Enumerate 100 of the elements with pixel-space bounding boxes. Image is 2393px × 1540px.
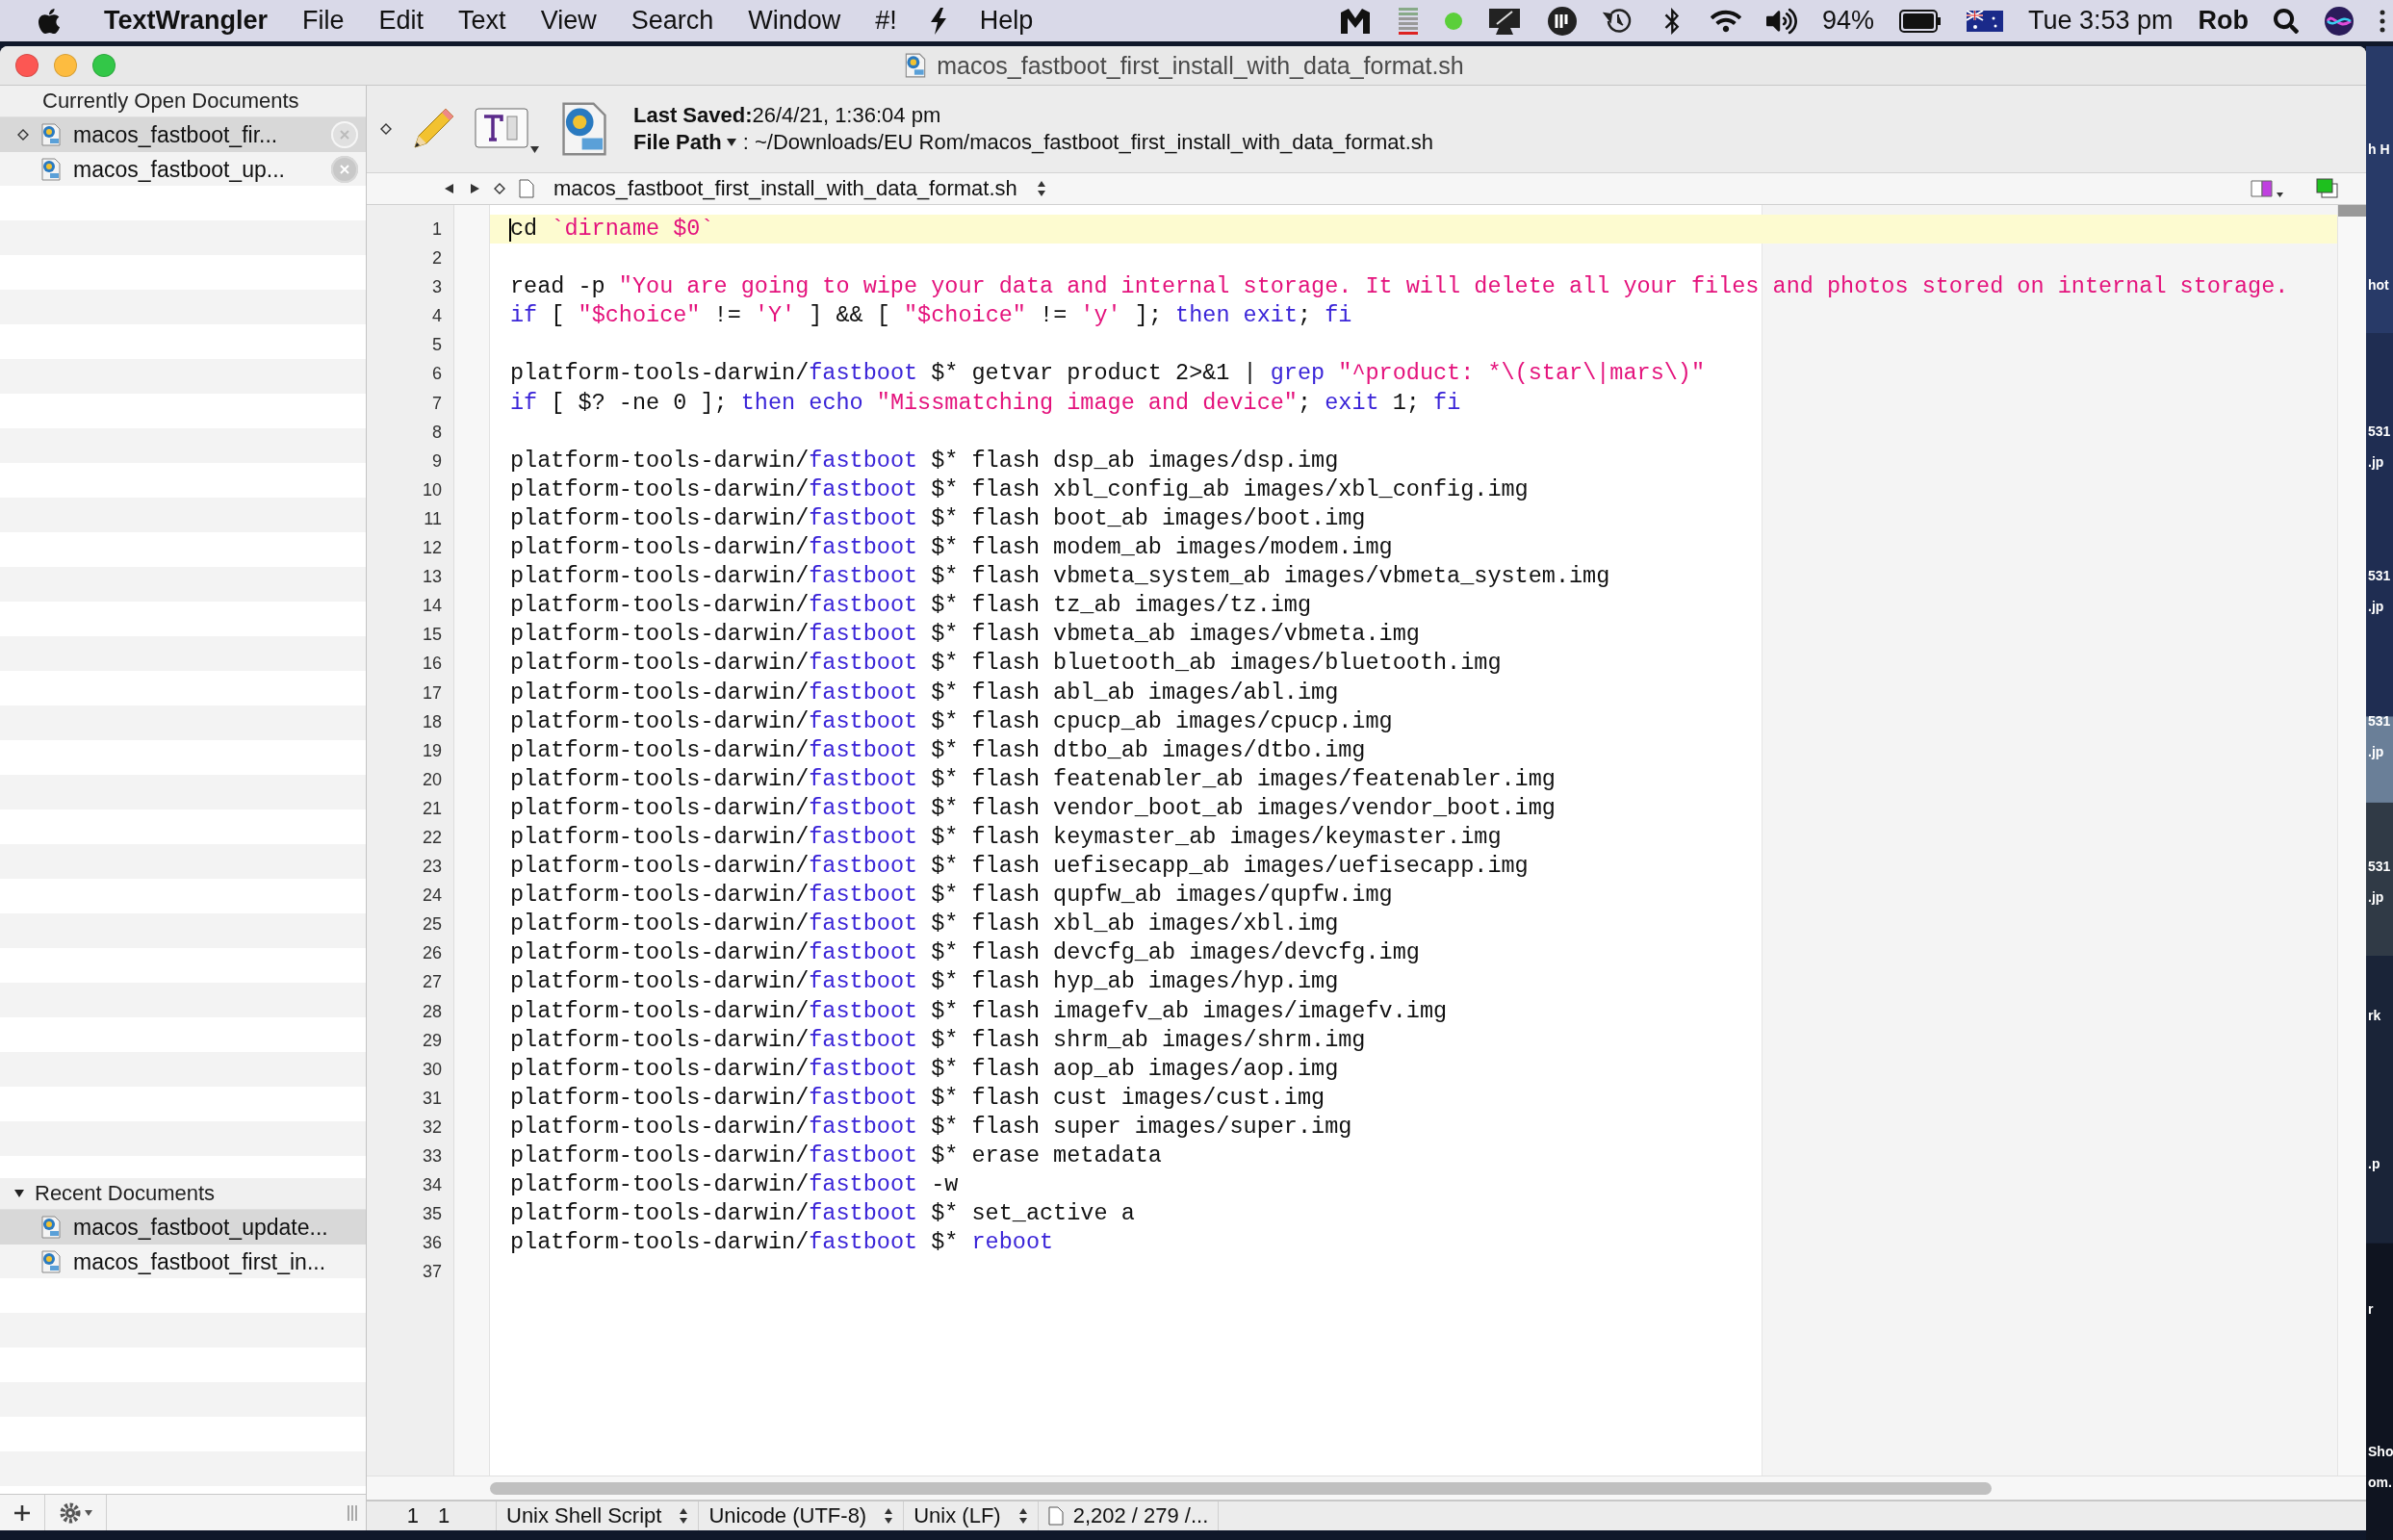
- line-number: 25: [421, 913, 443, 937]
- menu-clock[interactable]: Tue 3:53 pm: [2027, 6, 2174, 36]
- document-icon: [1047, 1506, 1064, 1526]
- app-menu[interactable]: TextWrangler: [87, 6, 286, 36]
- code-line: read -p "You are going to wipe your data and internal storage. It will delete all your files and photos stored on internal storage.: [509, 272, 2290, 302]
- desktop-icon-label: hot: [2368, 277, 2389, 293]
- up-down-arrows-icon: [1017, 1507, 1028, 1525]
- line-number: 13: [421, 566, 443, 589]
- back-button[interactable]: [444, 184, 455, 193]
- book-icon[interactable]: [2251, 178, 2283, 199]
- menu-item[interactable]: #!: [858, 6, 914, 36]
- document-icon: [519, 179, 534, 198]
- document-name: macos_fastboot_up...: [73, 156, 286, 183]
- battery-icon[interactable]: [1898, 9, 1942, 33]
- scrollbar-thumb[interactable]: [490, 1481, 1992, 1495]
- menu-item[interactable]: Window: [731, 6, 859, 36]
- file-path-menu[interactable]: File Path: [633, 130, 737, 155]
- code-line: if [ "$choice" != 'Y' ] && [ "$choice" != 'y' ]; then exit; fi: [509, 301, 1353, 331]
- line-number: 2: [431, 247, 443, 270]
- search-icon[interactable]: [2274, 8, 2299, 34]
- desktop-icon-label: .p: [2368, 1156, 2380, 1171]
- column-indicator: 1: [437, 1503, 451, 1528]
- desktop-icon-label: .jp: [2368, 599, 2384, 614]
- code-line: platform-tools-darwin/fastboot $* flash aop_ab images/aop.img: [509, 1054, 1340, 1084]
- close-icon: [339, 129, 350, 141]
- caret-icon: [725, 138, 737, 147]
- recent-document-item[interactable]: macos_fastboot_first_in...: [0, 1245, 366, 1279]
- script-file-icon: [39, 122, 64, 147]
- line-number: 4: [431, 305, 443, 328]
- display-icon[interactable]: [1486, 6, 1522, 36]
- code-line: platform-tools-darwin/fastboot $* flash vendor_boot_ab images/vendor_boot.img: [509, 793, 1557, 823]
- code-line: platform-tools-darwin/fastboot $* flash uefisecapp_ab images/uefisecapp.img: [509, 852, 1530, 882]
- scrollbar-thumb[interactable]: [2338, 205, 2366, 217]
- open-document-item[interactable]: macos_fastboot_fir...: [0, 117, 366, 152]
- desktop-icon-label: rk: [2368, 1008, 2381, 1023]
- line-number: 1: [431, 218, 443, 241]
- menu-item[interactable]: View: [523, 6, 614, 36]
- desktop-icon-label: Sho: [2368, 1444, 2393, 1459]
- caret-icon: [530, 146, 539, 153]
- resize-handle-icon[interactable]: [347, 1502, 358, 1523]
- line-number: 20: [421, 768, 443, 791]
- app-icon[interactable]: [1546, 5, 1578, 37]
- window-icon[interactable]: [2316, 178, 2339, 199]
- code-line: platform-tools-darwin/fastboot $* flash abl_ab images/abl.img: [509, 678, 1340, 707]
- more-icon[interactable]: [2380, 8, 2385, 34]
- menu-item[interactable]: File: [285, 6, 362, 36]
- line-number: 30: [421, 1058, 443, 1081]
- status-dot-icon[interactable]: [1444, 12, 1462, 30]
- line-indicator: 1: [405, 1503, 420, 1528]
- section-header-row[interactable]: Recent Documents: [0, 1178, 366, 1210]
- close-window-button[interactable]: [15, 54, 39, 77]
- menu-item[interactable]: Search: [613, 6, 732, 36]
- desktop-icon-label: om.: [2368, 1475, 2392, 1490]
- code-line: platform-tools-darwin/fastboot $* erase metadata: [509, 1142, 1163, 1170]
- code-line: platform-tools-darwin/fastboot $* flash super images/super.img: [509, 1112, 1353, 1142]
- line-endings-popup[interactable]: Unix (LF): [903, 1502, 1038, 1530]
- flag-icon[interactable]: [1966, 10, 2003, 32]
- last-saved-text: Last Saved:26/4/21, 1:36:04 pm: [633, 103, 942, 128]
- code-line: platform-tools-darwin/fastboot $* flash qupfw_ab images/qupfw.img: [509, 881, 1394, 911]
- code-line: if [ $? -ne 0 ]; then echo "Missmatching image and device"; exit 1; fi: [509, 388, 1462, 418]
- language-popup[interactable]: Unix Shell Script: [496, 1502, 699, 1530]
- document-name: macos_fastboot_fir...: [73, 121, 279, 148]
- line-number: 26: [421, 942, 443, 965]
- file-path-text: : ~/Downloads/EU Rom/macos_fastboot_first_install_with_data_format.sh: [741, 130, 1433, 155]
- line-number: 33: [421, 1145, 443, 1168]
- script-file-icon: [39, 157, 64, 182]
- line-number: 18: [421, 710, 443, 733]
- line-number: 32: [421, 1116, 443, 1139]
- user-name[interactable]: Rob: [2198, 6, 2249, 36]
- open-document-item[interactable]: macos_fastboot_up...: [0, 152, 366, 187]
- line-number: 10: [421, 478, 443, 501]
- desktop-icon-label: 531: [2368, 859, 2391, 874]
- line-number: 14: [421, 595, 443, 618]
- code-line: platform-tools-darwin/fastboot $* flash keymaster_ab images/keymaster.img: [509, 822, 1503, 852]
- code-line: platform-tools-darwin/fastboot $* flash cust images/cust.img: [509, 1083, 1326, 1113]
- line-number: 36: [421, 1232, 443, 1255]
- code-line: platform-tools-darwin/fastboot $* getvar product 2>&1 | grep "^product: *\(star\|mars\)": [509, 359, 1707, 389]
- menu-item[interactable]: Edit: [361, 6, 442, 36]
- menu-item[interactable]: Text: [441, 6, 524, 36]
- menu-item[interactable]: Help: [962, 6, 1051, 36]
- close-icon: [339, 164, 350, 175]
- line-number: 24: [421, 885, 443, 908]
- gear-icon: [59, 1501, 82, 1525]
- siri-icon[interactable]: [2324, 5, 2354, 37]
- line-number: 27: [421, 971, 443, 994]
- line-number: 9: [431, 449, 443, 473]
- code-line: platform-tools-darwin/fastboot $* flash devcfg_ab images/devcfg.img: [509, 938, 1421, 968]
- line-number: 21: [421, 797, 443, 820]
- disclosure-triangle-icon: [13, 1189, 25, 1198]
- encoding-popup[interactable]: Unicode (UTF-8): [698, 1502, 904, 1530]
- meter-icon[interactable]: [1396, 5, 1420, 37]
- forward-button[interactable]: [469, 184, 480, 193]
- desktop-icon-label: .jp: [2368, 454, 2384, 470]
- document-counts: 2,202 / 279 /...: [1072, 1503, 1209, 1528]
- code-line: platform-tools-darwin/fastboot $* flash vbmeta_system_ab images/vbmeta_system.img: [509, 562, 1611, 592]
- diamond-icon: [494, 183, 505, 194]
- text-options-button[interactable]: [475, 105, 539, 153]
- caret-icon: [85, 1509, 92, 1516]
- line-number: 3: [431, 276, 443, 299]
- recent-document-item[interactable]: macos_fastboot_update...: [0, 1210, 366, 1245]
